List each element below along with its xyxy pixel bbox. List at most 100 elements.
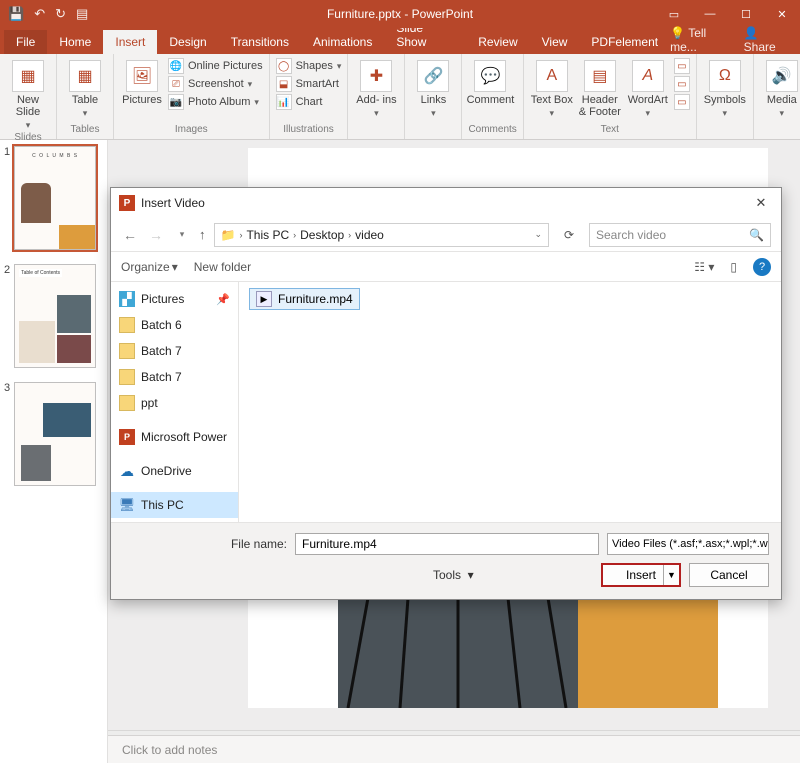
group-addins: ✚Add- ins (348, 54, 405, 139)
header-footer-button[interactable]: ▤Header & Footer (578, 58, 622, 119)
group-tables: ▦Table Tables (57, 54, 114, 139)
search-input[interactable]: Search video 🔍 (589, 223, 771, 247)
text-extra-3[interactable]: ▭ (674, 94, 690, 110)
insert-video-dialog: P Insert Video ✕ ← → ▾ ↑ 📁 › This PC› De… (110, 187, 782, 600)
help-icon[interactable]: ? (753, 258, 771, 276)
tab-file[interactable]: File (4, 30, 47, 54)
address-bar[interactable]: 📁 › This PC› Desktop› video ⌄ (214, 223, 550, 247)
filename-input[interactable] (295, 533, 599, 555)
tools-button[interactable]: Tools ▾ (123, 568, 474, 582)
dialog-titlebar: P Insert Video ✕ (111, 188, 781, 218)
slide-orange-block (578, 598, 718, 708)
powerpoint-icon: P (119, 195, 135, 211)
nav-forward-icon[interactable]: → (147, 227, 165, 243)
minimize-icon[interactable]: — (692, 0, 728, 28)
photo-album-button[interactable]: 📷Photo Album (168, 94, 263, 110)
textbox-button[interactable]: AText Box (530, 58, 574, 119)
online-pictures-button[interactable]: 🌐Online Pictures (168, 58, 263, 74)
sidebar-item-batch7a[interactable]: Batch 7 (111, 338, 238, 364)
group-symbols: ΩSymbols (697, 54, 754, 139)
tell-me[interactable]: 💡 Tell me... (670, 26, 734, 54)
file-type-filter[interactable]: Video Files (*.asf;*.asx;*.wpl;*.w⌄ (607, 533, 769, 555)
video-file-icon: ▶ (256, 291, 272, 307)
table-button[interactable]: ▦Table (63, 58, 107, 119)
sidebar-item-batch6[interactable]: Batch 6 (111, 312, 238, 338)
tab-review[interactable]: Review (466, 30, 529, 54)
refresh-icon[interactable]: ⟳ (557, 223, 581, 247)
view-options-icon[interactable]: ☷ ▾ (694, 260, 714, 274)
tab-animations[interactable]: Animations (301, 30, 384, 54)
sidebar-item-batch7b[interactable]: Batch 7 (111, 364, 238, 390)
pin-icon: 📌 (216, 293, 230, 306)
preview-pane-icon[interactable]: ▯ (730, 260, 737, 274)
share-button[interactable]: 👤 Share (744, 26, 792, 54)
nav-up-icon[interactable]: ↑ (199, 227, 206, 242)
cancel-button[interactable]: Cancel (689, 563, 769, 587)
nav-dropdown-icon[interactable]: ▾ (173, 229, 191, 240)
tab-home[interactable]: Home (47, 30, 103, 54)
dialog-toolbar: Organize ▾ New folder ☷ ▾ ▯ ? (111, 252, 781, 282)
media-button[interactable]: 🔊Media (760, 58, 800, 119)
text-extra-2[interactable]: ▭ (674, 76, 690, 92)
sidebar-item-thispc[interactable]: 🖥This PC (111, 492, 238, 518)
group-links: 🔗Links (405, 54, 462, 139)
dialog-title: Insert Video (141, 196, 205, 210)
symbols-button[interactable]: ΩSymbols (703, 58, 747, 119)
shapes-button[interactable]: ◯Shapes (276, 58, 342, 74)
save-icon[interactable]: 💾 (8, 6, 24, 22)
sidebar-item-onedrive[interactable]: ☁OneDrive (111, 458, 238, 484)
undo-icon[interactable]: ↶ (34, 6, 45, 22)
insert-button[interactable]: Insert▼ (601, 563, 681, 587)
slide-thumb-1[interactable]: 1 C O L U M B S (4, 146, 103, 250)
window-title: Furniture.pptx - PowerPoint (327, 7, 473, 21)
filename-label: File name: (123, 537, 287, 551)
search-icon: 🔍 (749, 228, 764, 242)
ribbon-tabs: File Home Insert Design Transitions Anim… (0, 28, 800, 54)
close-icon[interactable]: ✕ (764, 0, 800, 28)
dialog-nav: ← → ▾ ↑ 📁 › This PC› Desktop› video ⌄ ⟳ … (111, 218, 781, 252)
start-slideshow-icon[interactable]: ▤ (76, 6, 88, 22)
window-controls: ▭ — ☐ ✕ (656, 0, 800, 28)
slide-thumb-2[interactable]: 2 Table of Contents (4, 264, 103, 368)
dialog-close-icon[interactable]: ✕ (749, 195, 773, 211)
smartart-button[interactable]: ⬓SmartArt (276, 76, 342, 92)
sidebar-item-pictures[interactable]: ▞Pictures📌 (111, 286, 238, 312)
notes-pane[interactable]: Click to add notes (108, 735, 800, 763)
tab-insert[interactable]: Insert (103, 30, 157, 54)
tab-view[interactable]: View (530, 30, 580, 54)
tab-transitions[interactable]: Transitions (219, 30, 301, 54)
group-media: 🔊Media (754, 54, 800, 139)
title-bar: 💾 ↶ ↻ ▤ Furniture.pptx - PowerPoint ▭ — … (0, 0, 800, 28)
pictures-button[interactable]: 🖼Pictures (120, 58, 164, 110)
new-folder-button[interactable]: New folder (194, 260, 251, 274)
ribbon-options-icon[interactable]: ▭ (656, 0, 692, 28)
wordart-button[interactable]: AWordArt (626, 58, 670, 119)
slide-image (338, 598, 578, 708)
chart-button[interactable]: 📊Chart (276, 94, 342, 110)
sidebar-item-ppt[interactable]: ppt (111, 390, 238, 416)
group-illustrations: ◯Shapes ⬓SmartArt 📊Chart Illustrations (270, 54, 349, 139)
nav-back-icon[interactable]: ← (121, 227, 139, 243)
ribbon: ▦New Slide Slides ▦Table Tables 🖼Picture… (0, 54, 800, 140)
maximize-icon[interactable]: ☐ (728, 0, 764, 28)
slide-thumb-3[interactable]: 3 (4, 382, 103, 486)
dialog-sidebar: ▞Pictures📌 Batch 6 Batch 7 Batch 7 ppt P… (111, 282, 239, 522)
comment-button[interactable]: 💬Comment (468, 58, 512, 106)
new-slide-button[interactable]: ▦New Slide (6, 58, 50, 131)
screenshot-button[interactable]: ⎚Screenshot (168, 76, 263, 92)
sidebar-item-powerpoint[interactable]: PMicrosoft Power (111, 424, 238, 450)
text-extra-1[interactable]: ▭ (674, 58, 690, 74)
group-slides: ▦New Slide Slides (0, 54, 57, 139)
group-comments: 💬Comment Comments (462, 54, 523, 139)
tab-pdfelement[interactable]: PDFelement (579, 30, 670, 54)
insert-dropdown-icon[interactable]: ▼ (663, 565, 679, 585)
dialog-body: ▞Pictures📌 Batch 6 Batch 7 Batch 7 ppt P… (111, 282, 781, 522)
organize-button[interactable]: Organize ▾ (121, 260, 178, 274)
links-button[interactable]: 🔗Links (411, 58, 455, 119)
file-item-furniture[interactable]: ▶ Furniture.mp4 (249, 288, 360, 310)
addins-button[interactable]: ✚Add- ins (354, 58, 398, 119)
group-images: 🖼Pictures 🌐Online Pictures ⎚Screenshot 📷… (114, 54, 270, 139)
tab-design[interactable]: Design (157, 30, 218, 54)
redo-icon[interactable]: ↻ (55, 6, 66, 22)
file-list[interactable]: ▶ Furniture.mp4 (239, 282, 781, 522)
